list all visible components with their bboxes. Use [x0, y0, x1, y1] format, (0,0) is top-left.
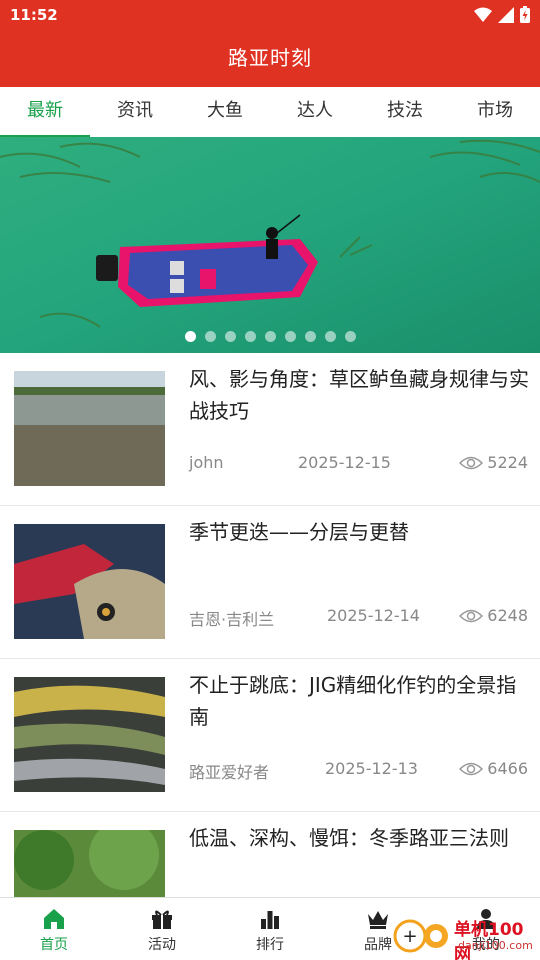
article-author: 路亚爱好者 — [189, 763, 270, 782]
wifi-icon — [474, 7, 492, 22]
article-title: 季节更迭——分层与更替 — [189, 520, 409, 544]
view-count: 5224 — [487, 453, 528, 472]
tab-big-fish[interactable]: 大鱼 — [180, 87, 270, 137]
tab-news[interactable]: 资讯 — [90, 87, 180, 137]
tab-market[interactable]: 市场 — [450, 87, 540, 137]
article-thumbnail — [14, 524, 165, 639]
nav-profile[interactable]: 我的 — [432, 898, 540, 960]
tab-latest[interactable]: 最新 — [0, 87, 90, 137]
article-title: 低温、深构、慢饵：冬季路亚三法则 — [189, 826, 509, 850]
battery-icon — [520, 6, 530, 23]
home-icon — [44, 909, 64, 929]
article-author: 吉恩·吉利兰 — [189, 610, 275, 629]
article-item[interactable]: 不止于跳底：JIG精细化作钓的全景指南 路亚爱好者 2025-12-13 646… — [0, 659, 540, 812]
user-icon — [477, 909, 495, 929]
article-views: 5224 — [459, 453, 528, 472]
carousel-dot[interactable] — [184, 331, 196, 342]
article-title: 不止于跳底：JIG精细化作钓的全景指南 — [189, 673, 517, 729]
tab-experts[interactable]: 达人 — [270, 87, 360, 137]
nav-activities[interactable]: 活动 — [108, 898, 216, 960]
article-views: 6248 — [459, 606, 528, 625]
article-item[interactable]: 季节更迭——分层与更替 吉恩·吉利兰 2025-12-14 6248 — [0, 506, 540, 659]
carousel-dot[interactable] — [204, 331, 216, 342]
eye-icon — [459, 762, 484, 775]
carousel-dot[interactable] — [324, 331, 336, 342]
carousel-indicators — [0, 331, 540, 342]
article-title: 风、影与角度：草区鲈鱼藏身规律与实战技巧 — [189, 367, 529, 423]
article-author: john — [189, 453, 224, 472]
article-item[interactable]: 低温、深构、慢饵：冬季路亚三法则 — [0, 812, 540, 897]
article-list: 风、影与角度：草区鲈鱼藏身规律与实战技巧 john 2025-12-15 522… — [0, 353, 540, 897]
nav-home[interactable]: 首页 — [0, 898, 108, 960]
carousel-dot[interactable] — [344, 331, 356, 342]
category-tabs: 最新 资讯 大鱼 达人 技法 市场 — [0, 87, 540, 137]
carousel-dot[interactable] — [284, 331, 296, 342]
carousel-dot[interactable] — [264, 331, 276, 342]
banner-carousel[interactable] — [0, 137, 540, 353]
tab-techniques[interactable]: 技法 — [360, 87, 450, 137]
carousel-dot[interactable] — [224, 331, 236, 342]
nav-label: 我的 — [472, 937, 500, 953]
view-count: 6248 — [487, 606, 528, 625]
eye-icon — [459, 456, 484, 469]
article-thumbnail — [14, 371, 165, 486]
status-bar: 11:52 — [0, 0, 540, 30]
page-title: 路亚时刻 — [228, 46, 312, 70]
view-count: 6466 — [487, 759, 528, 778]
article-views: 6466 — [459, 759, 528, 778]
signal-icon — [498, 6, 514, 23]
nav-label: 首页 — [40, 937, 68, 953]
carousel-dot[interactable] — [244, 331, 256, 342]
status-time: 11:52 — [10, 6, 58, 24]
article-item[interactable]: 风、影与角度：草区鲈鱼藏身规律与实战技巧 john 2025-12-15 522… — [0, 353, 540, 506]
app-header: 路亚时刻 — [0, 30, 540, 87]
carousel-dot[interactable] — [304, 331, 316, 342]
banner-image — [0, 137, 540, 353]
nav-brands[interactable]: 品牌 — [324, 898, 432, 960]
bar-chart-icon — [261, 911, 279, 929]
status-icons — [474, 6, 530, 23]
nav-ranking[interactable]: 排行 — [216, 898, 324, 960]
nav-label: 品牌 — [364, 937, 392, 953]
article-date: 2025-12-14 — [327, 606, 420, 625]
article-thumbnail — [14, 677, 165, 792]
crown-icon — [368, 911, 388, 929]
eye-icon — [459, 609, 484, 622]
gift-icon — [152, 910, 172, 929]
article-thumbnail — [14, 830, 165, 897]
article-date: 2025-12-15 — [298, 453, 391, 472]
bottom-nav: 首页 活动 排行 品牌 我的 — [0, 897, 540, 960]
nav-label: 活动 — [148, 937, 176, 953]
nav-label: 排行 — [256, 937, 284, 953]
article-date: 2025-12-13 — [325, 759, 418, 778]
